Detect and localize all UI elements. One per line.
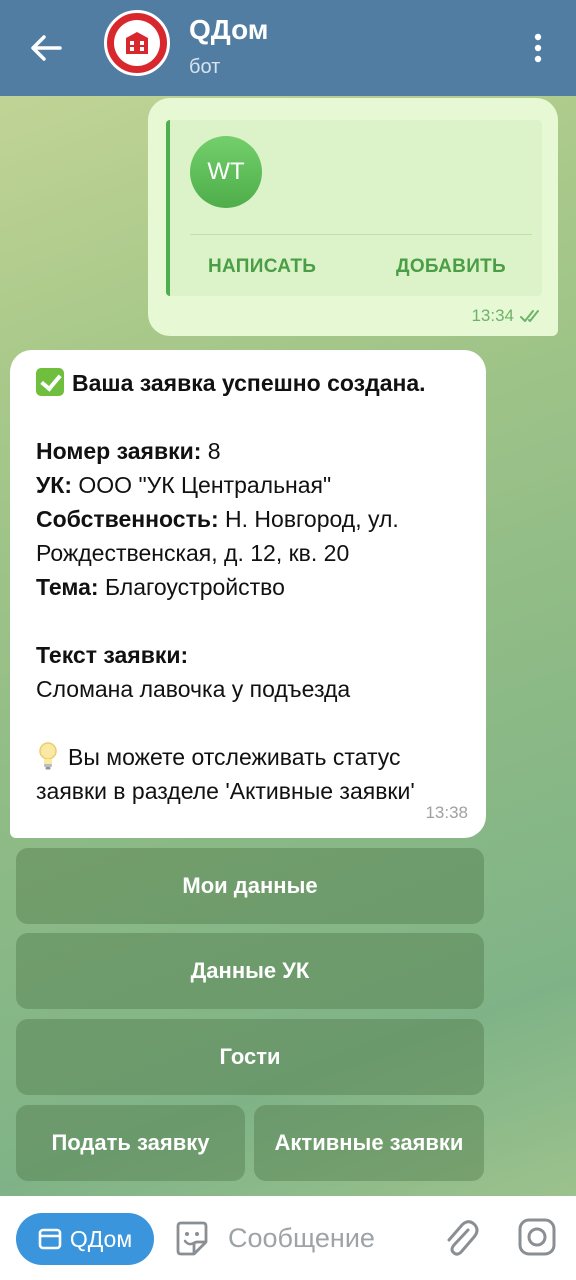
window-icon [38, 1228, 62, 1250]
message-input[interactable] [228, 1218, 418, 1258]
camera-icon[interactable] [516, 1216, 558, 1258]
message-time: 13:34 [471, 306, 514, 325]
message-title: Ваша заявка успешно создана. [72, 370, 426, 396]
chat-title[interactable]: QДом [189, 14, 269, 46]
more-vertical-icon[interactable] [526, 28, 550, 68]
message-body: Ваша заявка успешно создана. Номер заявк… [36, 366, 476, 808]
request-number-label: Номер заявки: [36, 438, 202, 464]
message-title-line: Ваша заявка успешно создана. [36, 366, 476, 400]
light-bulb-icon [39, 742, 57, 770]
uk-data-button[interactable]: Данные УК [16, 933, 484, 1009]
property-label: Собственность: [36, 506, 219, 532]
sticker-icon[interactable] [172, 1218, 212, 1258]
arrow-left-icon[interactable] [26, 28, 66, 68]
guests-button[interactable]: Гости [16, 1019, 484, 1095]
active-requests-button[interactable]: Активные заявки [254, 1105, 484, 1181]
hint-text-2: заявки в разделе 'Активные заявки' [36, 778, 415, 804]
uk-line: УК: ООО "УК Центральная" [36, 468, 476, 502]
request-number-line: Номер заявки: 8 [36, 434, 476, 468]
my-data-button[interactable]: Мои данные [16, 848, 484, 924]
write-contact-button[interactable]: НАПИСАТЬ [208, 256, 316, 278]
hint-line: Вы можете отслеживать статус [36, 740, 476, 774]
request-text-label: Текст заявки: [36, 642, 189, 668]
topic-label: Тема: [36, 574, 99, 600]
message-input-bar: QДом [0, 1196, 576, 1280]
double-check-icon [520, 310, 539, 322]
hint-text-1: Вы можете отслеживать статус [68, 744, 401, 770]
bot-menu-label: QДом [69, 1225, 133, 1252]
property-line-2: Рождественская, д. 12, кв. 20 [36, 540, 350, 566]
contact-card[interactable]: WT НАПИСАТЬ ДОБАВИТЬ [166, 120, 542, 296]
outgoing-contact-message: WT НАПИСАТЬ ДОБАВИТЬ 13:34 [148, 98, 558, 336]
message-time: 13:38 [425, 803, 468, 822]
chat-subtitle: бот [189, 56, 221, 78]
property-value: Н. Новгород, ул. [218, 506, 399, 532]
request-number-value: 8 [201, 438, 221, 464]
contact-divider [190, 234, 532, 235]
submit-request-button[interactable]: Подать заявку [16, 1105, 245, 1181]
uk-label: УК: [36, 472, 73, 498]
request-text-value: Сломана лавочка у подъезда [36, 676, 351, 702]
uk-value: ООО "УК Центральная" [72, 472, 332, 498]
paperclip-icon[interactable] [440, 1216, 480, 1260]
bot-menu-button[interactable]: QДом [16, 1213, 154, 1265]
check-mark-icon [36, 368, 64, 396]
bot-avatar[interactable] [104, 10, 170, 76]
add-contact-button[interactable]: ДОБАВИТЬ [396, 256, 506, 278]
topic-line: Тема: Благоустройство [36, 570, 476, 604]
topic-value: Благоустройство [98, 574, 285, 600]
chat-header: QДом бот [0, 0, 576, 96]
contact-avatar[interactable]: WT [190, 136, 262, 208]
property-line: Собственность: Н. Новгород, ул. [36, 502, 476, 536]
building-logo-icon [114, 20, 160, 66]
bot-message: Ваша заявка успешно создана. Номер заявк… [10, 350, 486, 838]
